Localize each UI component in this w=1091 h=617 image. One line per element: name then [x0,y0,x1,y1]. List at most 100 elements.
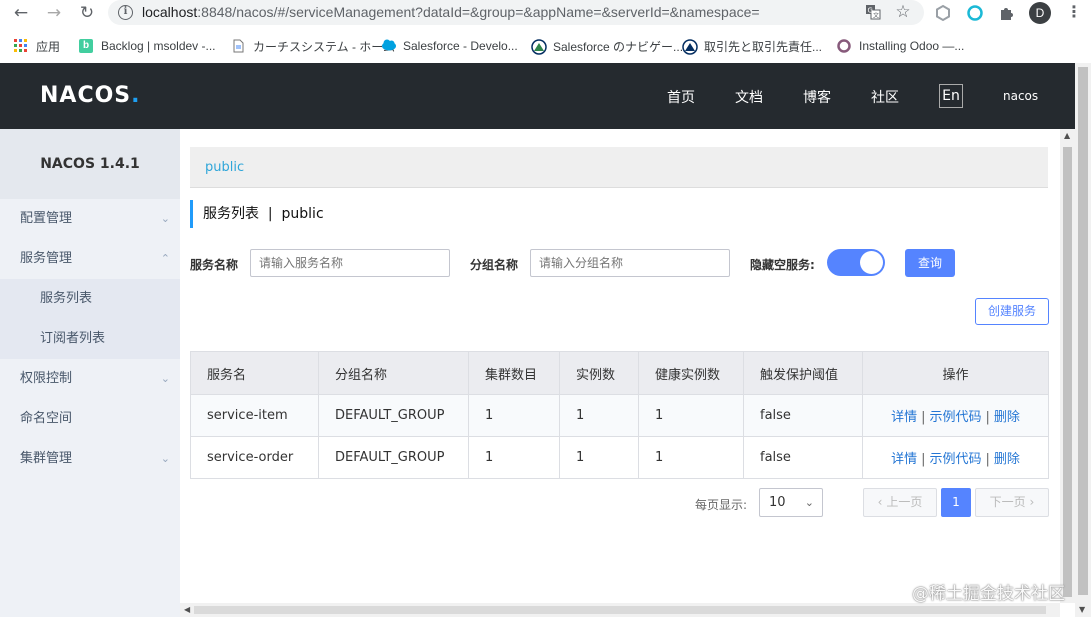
action-separator: | [921,410,926,425]
star-icon[interactable]: ☆ [894,4,912,22]
chevron-down-icon: ⌄ [804,496,814,509]
address-bar[interactable]: i localhost:8848/nacos/#/serviceManageme… [108,0,924,25]
horizontal-scrollbar[interactable]: ◀ [180,603,1060,617]
sidebar-item-label: 服务管理 [20,251,73,266]
bookmark-label: 应用 [36,39,61,54]
delete-link[interactable]: 删除 [994,410,1020,425]
scroll-left-arrow-icon[interactable]: ◀ [184,605,190,614]
bookmark-backlog[interactable]: b Backlog | msoldev -... [79,37,216,55]
sample-code-link[interactable]: 示例代码 [929,452,981,467]
action-separator: | [985,410,990,425]
trailhead-icon [531,39,547,55]
bookmarks-bar: 应用 b Backlog | msoldev -... カーチスシステム - ホ… [0,32,1091,58]
create-service-button[interactable]: 创建服务 [975,298,1049,325]
column-header: 健康实例数 [638,351,744,395]
profile-avatar[interactable]: D [1029,2,1051,24]
nav-blog[interactable]: 博客 [803,87,831,107]
prev-page-button[interactable]: ‹ 上一页 [863,488,937,517]
query-button[interactable]: 查询 [905,249,955,277]
extension-hex-icon[interactable] [934,4,952,22]
instances-cell: 1 [559,436,639,479]
bookmark-salesforce-dev[interactable]: Salesforce - Develo... [381,37,518,55]
sidebar-item-namespace[interactable]: 命名空间 [0,399,180,439]
nav-docs[interactable]: 文档 [735,87,763,107]
scrollbar-thumb[interactable] [194,606,1046,614]
sidebar-item-service[interactable]: 服务管理 ⌃ [0,239,180,279]
actions-cell: 详情 | 示例代码 | 删除 [862,436,1049,479]
page-1-button[interactable]: 1 [941,488,971,517]
toggle-knob [860,251,883,274]
sidebar-item-auth[interactable]: 权限控制 ⌄ [0,359,180,399]
reload-icon[interactable]: ↻ [76,2,98,24]
chevron-right-icon: › [1029,495,1035,509]
column-header: 实例数 [559,351,639,395]
scrollbar-thumb[interactable] [1078,67,1088,595]
inner-vertical-scrollbar[interactable]: ▲ [1060,129,1075,603]
healthy-cell: 1 [638,436,744,479]
threshold-cell: false [743,436,863,479]
bookmark-curtis[interactable]: カーチスシステム - ホーム [231,37,395,55]
more-menu-icon[interactable]: ⋮ [1066,2,1082,22]
table-row: service-item DEFAULT_GROUP 1 1 1 false 详… [190,394,1049,437]
document-icon [231,39,245,53]
column-header: 集群数目 [468,351,560,395]
group-name-label: 分组名称 [470,258,519,272]
sidebar-item-label: 权限控制 [20,371,73,386]
scrollbar-thumb[interactable] [1063,147,1072,597]
user-name[interactable]: nacos [1003,89,1038,103]
page-vertical-scrollbar[interactable]: ▼ [1075,63,1091,617]
nav-home[interactable]: 首页 [667,87,695,107]
hide-empty-label: 隐藏空服务: [750,258,815,272]
back-arrow-icon[interactable]: ← [10,2,32,24]
main-content: public 服务列表 | public 服务名称 分组名称 隐藏空服务: 查询… [180,129,1060,603]
service-name-input[interactable] [250,249,450,277]
next-page-button[interactable]: 下一页 › [975,488,1049,517]
sidebar-item-config[interactable]: 配置管理 ⌄ [0,199,180,239]
next-page-label: 下一页 [989,495,1026,509]
extension-ring-icon[interactable] [966,4,984,22]
bookmark-odoo[interactable]: Installing Odoo —... [837,37,964,55]
clusters-cell: 1 [468,436,560,479]
bookmark-salesforce-nav[interactable]: Salesforce のナビゲー... [531,37,683,55]
info-icon[interactable]: i [118,5,133,20]
nacos-logo[interactable]: NACOS. [40,83,141,108]
translate-icon[interactable]: G文 [864,4,882,22]
bookmark-label: カーチスシステム - ホーム [253,39,395,54]
page-size-select[interactable]: 10 ⌄ [759,488,823,517]
sample-code-link[interactable]: 示例代码 [929,410,981,425]
chevron-up-icon: ⌃ [160,252,170,265]
odoo-icon [837,39,851,53]
forward-arrow-icon[interactable]: → [43,2,65,24]
bookmark-torihiki[interactable]: 取引先と取引先責任... [682,37,822,55]
url-text[interactable]: localhost:8848/nacos/#/serviceManagement… [142,4,760,20]
scroll-down-arrow-icon[interactable]: ▼ [1079,605,1085,614]
detail-link[interactable]: 详情 [891,452,917,467]
group-name-input[interactable] [530,249,730,277]
page-title: 服务列表 | public [203,206,324,222]
sidebar-item-label: 服务列表 [40,291,93,306]
sidebar-item-label: 命名空间 [20,411,73,426]
bookmark-apps[interactable]: 应用 [14,37,60,55]
logo-dot: . [131,83,141,108]
page-size-value: 10 [769,495,786,510]
threshold-cell: false [743,394,863,437]
namespace-public[interactable]: public [205,160,244,175]
sidebar-item-label: 配置管理 [20,211,73,226]
url-path: :8848/nacos/#/serviceManagement?dataId=&… [197,4,760,20]
detail-link[interactable]: 详情 [891,410,917,425]
language-toggle-button[interactable]: En [939,84,963,108]
table-header-row: 服务名 分组名称 集群数目 实例数 健康实例数 触发保护阈值 操作 [190,351,1049,395]
sidebar-item-service-list[interactable]: 服务列表 [0,279,180,319]
bookmark-label: Installing Odoo —... [859,39,965,53]
hide-empty-toggle[interactable] [827,249,885,276]
puzzle-icon[interactable] [998,4,1016,22]
scroll-up-arrow-icon[interactable]: ▲ [1064,131,1070,140]
clusters-cell: 1 [468,394,560,437]
delete-link[interactable]: 删除 [994,452,1020,467]
service-name-cell: service-item [190,394,319,437]
chevron-left-icon: ‹ [877,495,883,509]
nav-community[interactable]: 社区 [871,87,899,107]
sidebar-item-cluster[interactable]: 集群管理 ⌄ [0,439,180,479]
sidebar-item-subscribers[interactable]: 订阅者列表 [0,319,180,359]
bookmark-label: Salesforce - Develo... [403,39,518,53]
